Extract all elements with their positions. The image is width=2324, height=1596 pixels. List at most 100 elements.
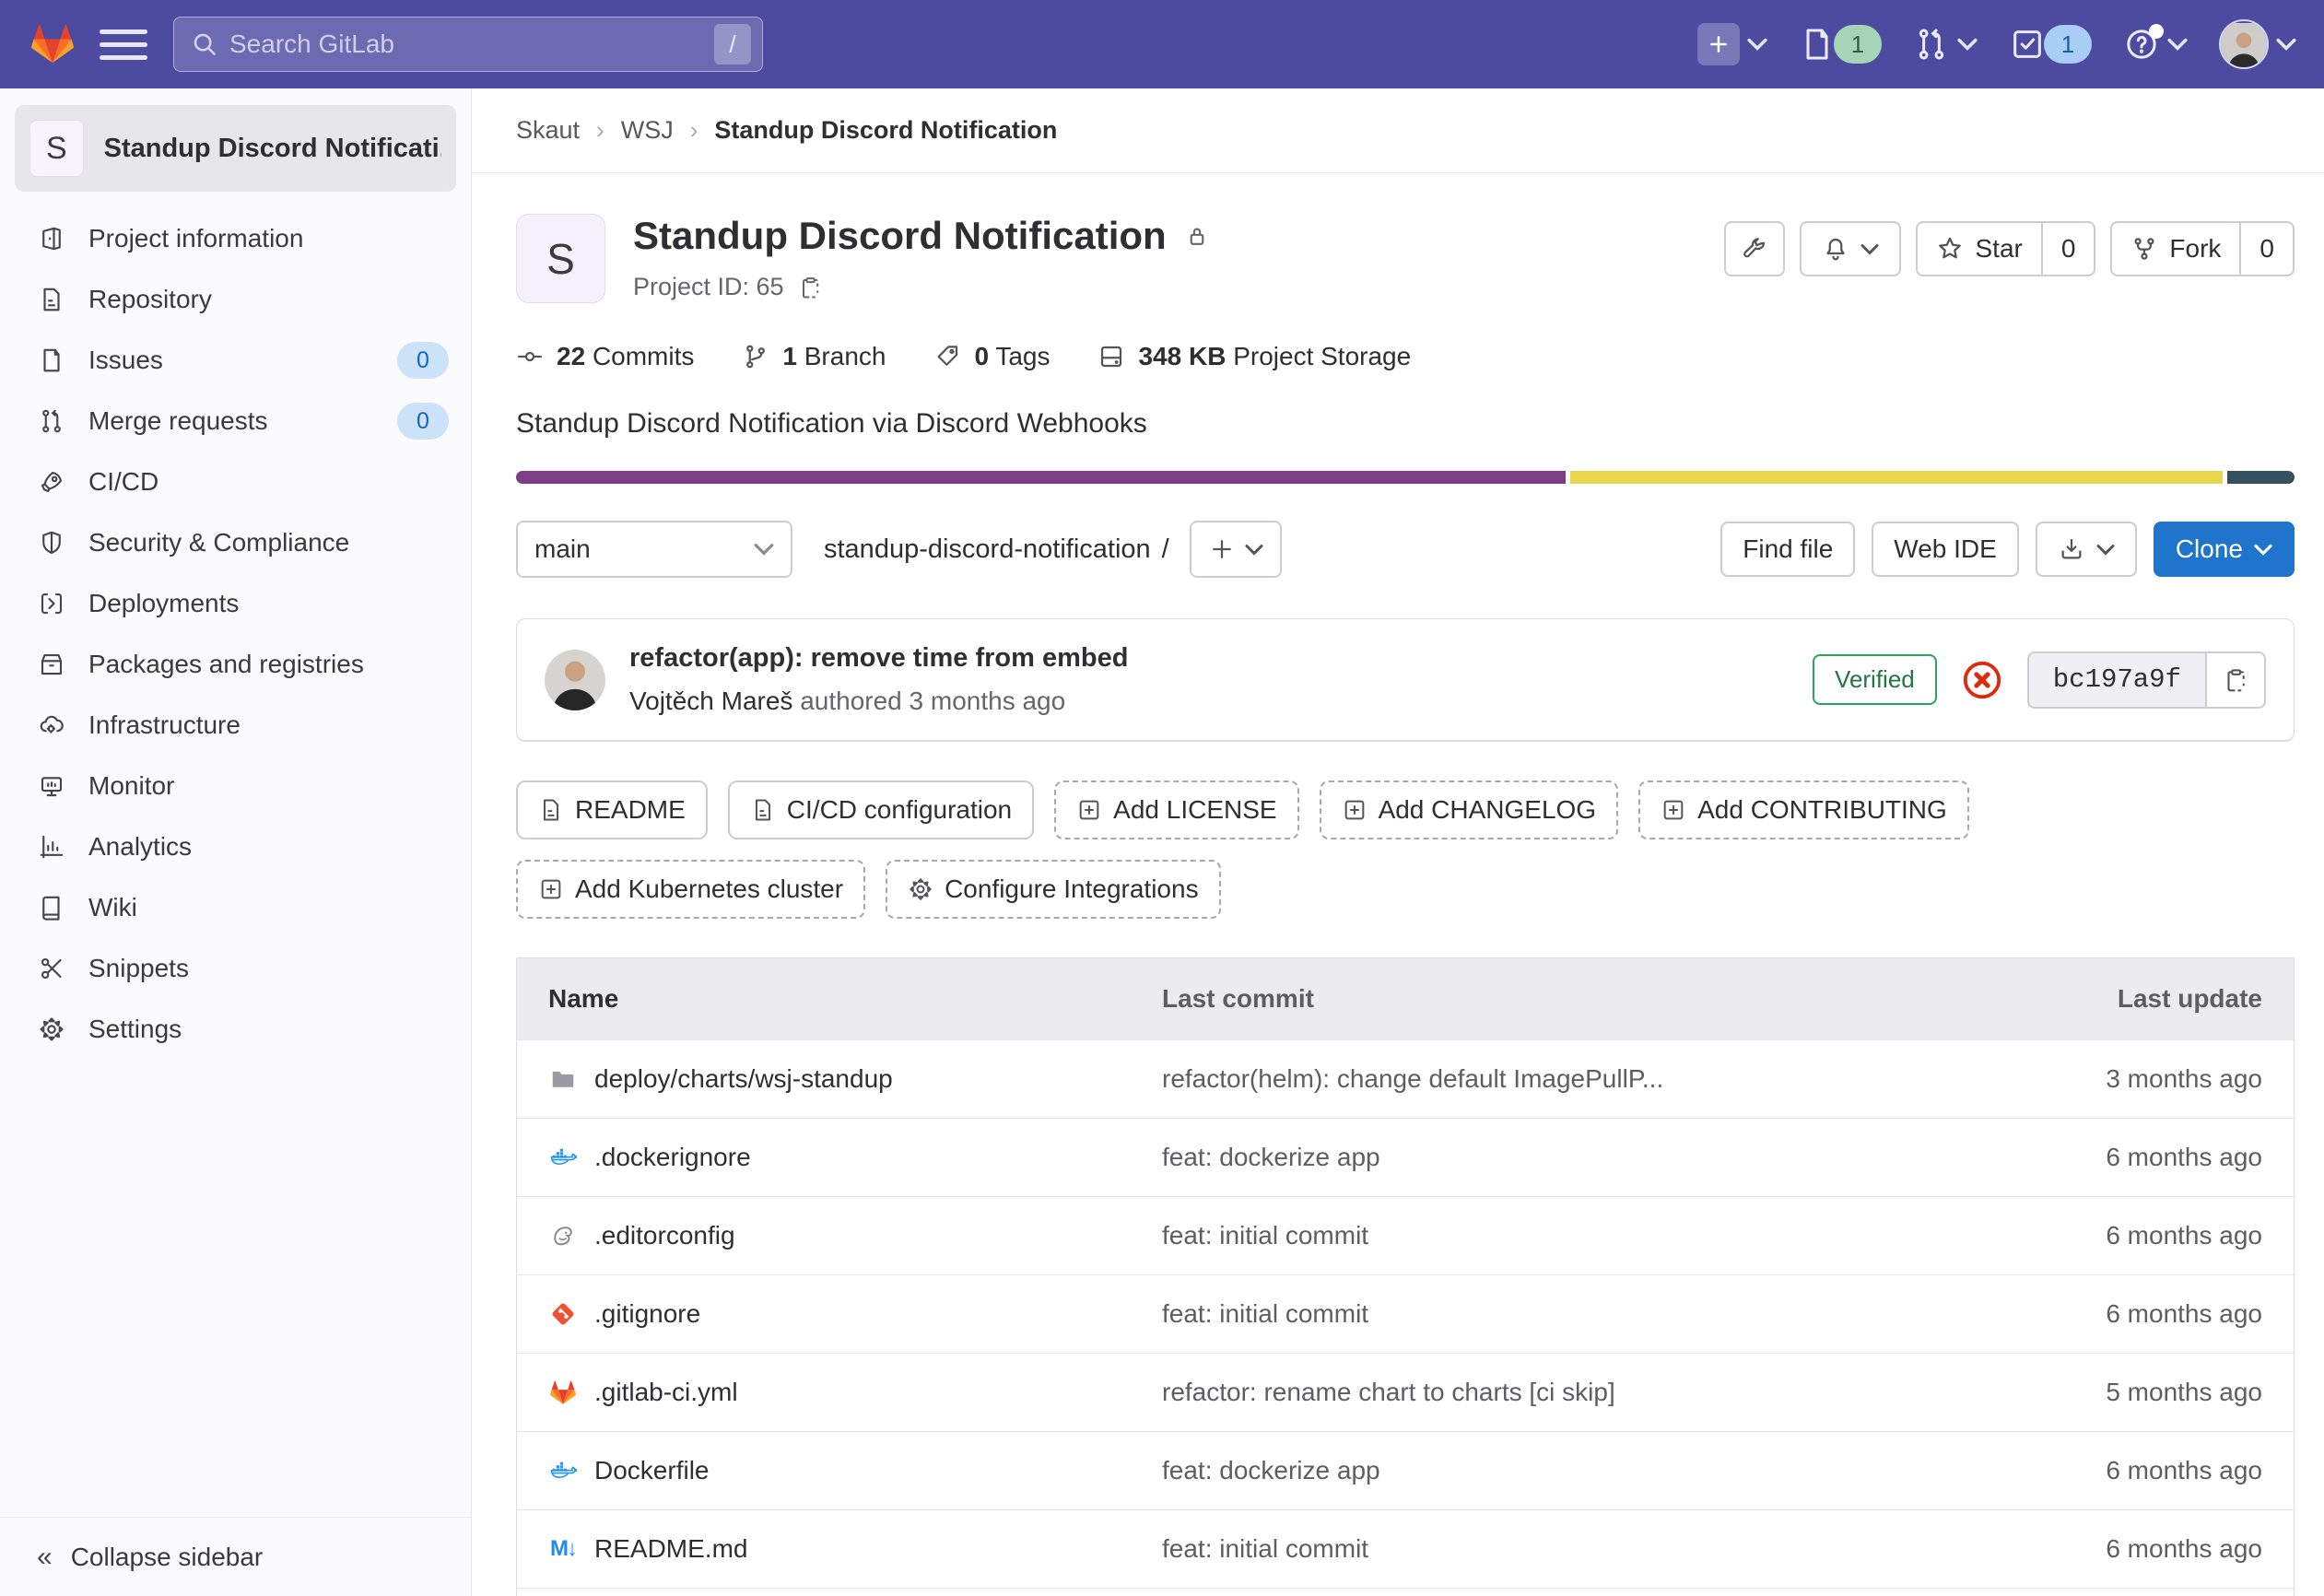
admin-wrench-button[interactable] — [1724, 221, 1785, 276]
sidebar-item-snippets[interactable]: Snippets — [0, 938, 471, 999]
file-link[interactable]: .gitlab-ci.yml — [517, 1378, 1162, 1407]
star-button[interactable]: Star — [1918, 223, 2040, 275]
last-update: 6 months ago — [2017, 1143, 2294, 1172]
sidebar-item-project-information[interactable]: Project information — [0, 208, 471, 269]
notifications-button[interactable] — [1800, 221, 1901, 276]
language-segment — [516, 471, 1566, 484]
search-shortcut-key: / — [714, 24, 751, 65]
sidebar-item-label: Deployments — [88, 589, 239, 618]
sidebar-item-packages-registries[interactable]: Packages and registries — [0, 634, 471, 695]
add-contributing-button[interactable]: Add CONTRIBUTING — [1638, 780, 1969, 839]
sidebar-item-analytics[interactable]: Analytics — [0, 816, 471, 877]
sidebar-item-merge-requests[interactable]: Merge requests 0 — [0, 391, 471, 452]
chevron-down-icon — [2096, 544, 2115, 556]
fork-button-group[interactable]: Fork 0 — [2110, 221, 2295, 276]
repo-path[interactable]: standup-discord-notification — [824, 534, 1151, 565]
gear-icon — [908, 876, 933, 902]
clone-button[interactable]: Clone — [2154, 522, 2295, 577]
add-changelog-button[interactable]: Add CHANGELOG — [1320, 780, 1619, 839]
add-license-button[interactable]: Add LICENSE — [1054, 780, 1298, 839]
language-segment — [2227, 471, 2295, 484]
sidebar-item-settings[interactable]: Settings — [0, 999, 471, 1060]
file-icon — [750, 797, 776, 823]
issues-shortcut-button[interactable]: 1 — [1799, 25, 1882, 64]
sidebar-project-context[interactable]: S Standup Discord Notificati... — [15, 105, 456, 192]
sidebar-item-infrastructure[interactable]: Infrastructure — [0, 695, 471, 756]
project-stats: 22 Commits 1 Branch 0 Tags 348 KB Projec… — [516, 342, 2295, 371]
fork-button[interactable]: Fork — [2112, 223, 2239, 275]
sidebar-item-repository[interactable]: Repository — [0, 269, 471, 330]
verified-badge[interactable]: Verified — [1813, 654, 1937, 705]
file-link[interactable]: M↓ README.md — [517, 1534, 1162, 1564]
path-separator: / — [1162, 534, 1169, 565]
breadcrumb-subgroup[interactable]: WSJ — [621, 116, 674, 145]
commit-message-link[interactable]: feat: initial commit — [1162, 1299, 2017, 1329]
web-ide-button[interactable]: Web IDE — [1872, 522, 2019, 577]
pipeline-failed-icon[interactable] — [1961, 659, 2003, 701]
commit-author-name[interactable]: Vojtěch Mareš — [629, 687, 792, 715]
sidebar-item-label: Analytics — [88, 832, 192, 862]
breadcrumb-separator: › — [690, 116, 698, 145]
commit-author-avatar[interactable] — [545, 650, 605, 710]
merge-requests-shortcut-button[interactable] — [1913, 26, 1978, 63]
sidebar-item-issues[interactable]: Issues 0 — [0, 330, 471, 391]
commit-authored-ago: authored 3 months ago — [800, 687, 1065, 715]
menu-toggle-icon[interactable] — [100, 20, 147, 68]
configure-integrations-button[interactable]: Configure Integrations — [886, 860, 1221, 919]
commit-message-link[interactable]: feat: dockerize app — [1162, 1143, 2017, 1172]
file-link[interactable]: .gitignore — [517, 1299, 1162, 1329]
readme-button[interactable]: README — [516, 780, 708, 839]
sidebar-item-monitor[interactable]: Monitor — [0, 756, 471, 816]
file-link[interactable]: Dockerfile — [517, 1456, 1162, 1485]
help-menu-button[interactable] — [2123, 26, 2188, 63]
file-link[interactable]: deploy/charts/wsj-standup — [517, 1064, 1162, 1094]
table-row: .editorconfig feat: initial commit 6 mon… — [517, 1196, 2294, 1274]
copy-project-id-icon[interactable] — [797, 275, 823, 300]
new-menu-button[interactable] — [1697, 23, 1767, 65]
language-bar[interactable] — [516, 471, 2295, 484]
sidebar-item-wiki[interactable]: Wiki — [0, 877, 471, 938]
star-button-group[interactable]: Star 0 — [1916, 221, 2095, 276]
table-row: M↓ README.md feat: initial commit 6 mont… — [517, 1509, 2294, 1588]
file-tree-table: Name Last commit Last update deploy/char… — [516, 957, 2295, 1596]
search-input[interactable] — [229, 29, 703, 59]
branches-stat[interactable]: 1 Branch — [742, 342, 886, 371]
commit-title[interactable]: refactor(app): remove time from embed — [629, 643, 1128, 674]
merge-requests-icon — [37, 407, 66, 435]
todos-shortcut-button[interactable]: 1 — [2009, 25, 2092, 64]
branch-selector[interactable]: main — [516, 521, 792, 578]
star-count[interactable]: 0 — [2041, 223, 2095, 275]
tags-stat[interactable]: 0 Tags — [933, 342, 1050, 371]
gitlab-logo-icon[interactable] — [31, 24, 74, 65]
find-file-button[interactable]: Find file — [1720, 522, 1855, 577]
storage-stat[interactable]: 348 KB Project Storage — [1097, 342, 1411, 371]
chevron-down-icon — [1860, 243, 1879, 255]
folder-icon — [548, 1065, 578, 1093]
last-update: 6 months ago — [2017, 1221, 2294, 1250]
add-file-button[interactable] — [1190, 521, 1282, 578]
sidebar-item-security-compliance[interactable]: Security & Compliance — [0, 512, 471, 573]
breadcrumb-group[interactable]: Skaut — [516, 116, 580, 145]
file-link[interactable]: .editorconfig — [517, 1221, 1162, 1250]
cicd-configuration-button[interactable]: CI/CD configuration — [728, 780, 1034, 839]
file-link[interactable]: .dockerignore — [517, 1143, 1162, 1172]
user-menu-button[interactable] — [2219, 19, 2296, 69]
commit-message-link[interactable]: feat: dockerize app — [1162, 1456, 2017, 1485]
collapse-label: Collapse sidebar — [71, 1543, 264, 1572]
global-search[interactable]: / — [173, 17, 763, 72]
sidebar-project-title: Standup Discord Notificati... — [104, 134, 441, 164]
fork-count[interactable]: 0 — [2239, 223, 2293, 275]
download-button[interactable] — [2036, 522, 2137, 577]
sidebar-item-cicd[interactable]: CI/CD — [0, 452, 471, 512]
collapse-sidebar-button[interactable]: « Collapse sidebar — [0, 1517, 471, 1596]
commit-message-link[interactable]: refactor: rename chart to charts [ci ski… — [1162, 1378, 2017, 1407]
copy-icon — [2222, 666, 2249, 694]
copy-sha-button[interactable] — [2205, 651, 2266, 709]
commit-message-link[interactable]: feat: initial commit — [1162, 1534, 2017, 1564]
tag-icon — [933, 343, 961, 370]
commit-message-link[interactable]: refactor(helm): change default ImagePull… — [1162, 1064, 2017, 1094]
commit-message-link[interactable]: feat: initial commit — [1162, 1221, 2017, 1250]
sidebar-item-deployments[interactable]: Deployments — [0, 573, 471, 634]
add-kubernetes-cluster-button[interactable]: Add Kubernetes cluster — [516, 860, 865, 919]
commits-stat[interactable]: 22 Commits — [516, 342, 694, 371]
